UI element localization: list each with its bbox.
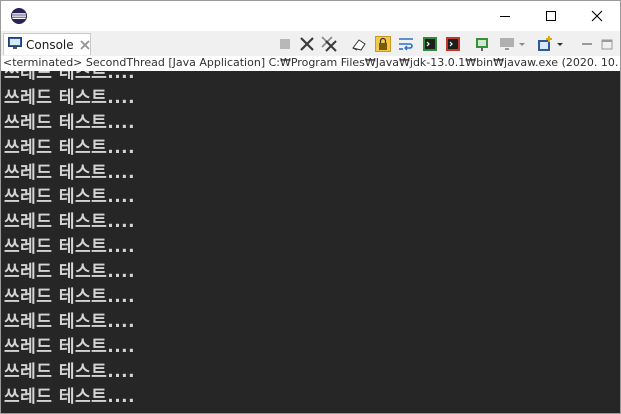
close-icon bbox=[591, 10, 603, 22]
console-line: 쓰레드 테스트.... bbox=[4, 287, 136, 308]
word-wrap-icon[interactable] bbox=[398, 36, 414, 52]
remove-all-terminated-icon[interactable] bbox=[321, 36, 337, 52]
console-toolbar: Console bbox=[1, 31, 620, 57]
console-line: 쓰레드 테스트.... bbox=[4, 71, 136, 83]
minimize-icon bbox=[499, 10, 511, 22]
console-output-area[interactable]: 쓰레드 테스트.... 쓰레드 테스트.... 쓰레드 테스트.... 쓰레드 테스트… bbox=[1, 71, 620, 413]
console-line: 쓰레드 테스트.... bbox=[4, 336, 136, 357]
terminate-icon[interactable] bbox=[277, 36, 293, 52]
open-console-icon[interactable] bbox=[537, 36, 553, 52]
console-line: 쓰레드 테스트.... bbox=[4, 386, 136, 407]
horizontal-scrollbar[interactable] bbox=[1, 407, 620, 413]
minimize-view-icon[interactable] bbox=[579, 36, 595, 52]
scroll-lock-icon[interactable] bbox=[375, 36, 391, 52]
pin-console-icon[interactable] bbox=[474, 36, 490, 52]
console-line: 쓰레드 테스트.... bbox=[4, 237, 136, 258]
console-line: 쓰레드 테스트.... bbox=[4, 361, 136, 382]
maximize-icon bbox=[545, 10, 557, 22]
console-line: 쓰레드 테스트.... bbox=[4, 187, 136, 208]
console-line: 쓰레드 테스트.... bbox=[4, 137, 136, 158]
chevron-down-icon[interactable] bbox=[517, 36, 527, 52]
tab-console[interactable]: Console bbox=[3, 33, 91, 55]
clear-console-icon[interactable] bbox=[351, 36, 367, 52]
remove-launch-icon[interactable] bbox=[299, 36, 315, 52]
title-bar bbox=[1, 1, 620, 31]
eclipse-console-window: Console <terminated> SecondThread [Java … bbox=[0, 0, 621, 414]
eclipse-app-icon bbox=[11, 8, 27, 24]
console-line: 쓰레드 테스트.... bbox=[4, 311, 136, 332]
tab-close-icon[interactable] bbox=[80, 35, 90, 54]
process-status-label: <terminated> SecondThread [Java Applicat… bbox=[1, 56, 620, 71]
console-view-icon bbox=[8, 35, 22, 54]
console-output-lines: 쓰레드 테스트.... 쓰레드 테스트.... 쓰레드 테스트.... 쓰레드 테스트… bbox=[4, 71, 135, 413]
open-console-dropdown-icon[interactable] bbox=[555, 36, 565, 52]
console-line: 쓰레드 테스트.... bbox=[4, 162, 136, 183]
vertical-scrollbar[interactable] bbox=[608, 71, 620, 413]
show-console-on-stdout-icon[interactable] bbox=[422, 36, 438, 52]
maximize-view-icon[interactable] bbox=[599, 36, 615, 52]
console-line: 쓰레드 테스트.... bbox=[4, 112, 136, 133]
show-console-on-stderr-icon[interactable] bbox=[445, 36, 461, 52]
tab-console-label: Console bbox=[26, 37, 74, 52]
console-line: 쓰레드 테스트.... bbox=[4, 212, 136, 233]
maximize-button[interactable] bbox=[528, 1, 574, 31]
console-line: 쓰레드 테스트.... bbox=[4, 87, 136, 108]
console-line: 쓰레드 테스트.... bbox=[4, 262, 136, 283]
minimize-button[interactable] bbox=[482, 1, 528, 31]
close-button[interactable] bbox=[574, 1, 620, 31]
display-selected-console-icon[interactable] bbox=[499, 36, 515, 52]
